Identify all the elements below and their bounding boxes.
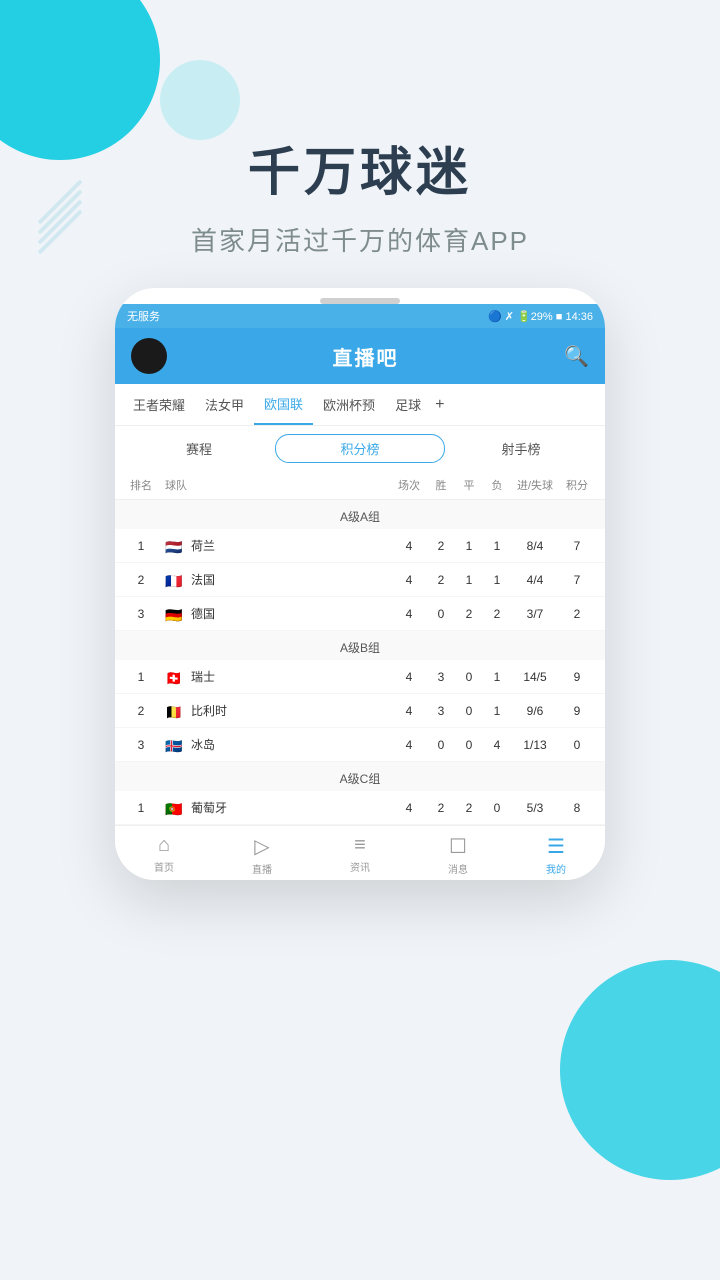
flag-belgium: 🇧🇪 bbox=[165, 705, 187, 719]
bottom-nav-mine-label: 我的 bbox=[546, 861, 566, 876]
table-header: 排名 球队 场次 胜 平 负 进/失球 积分 bbox=[115, 471, 605, 500]
col-header-team: 球队 bbox=[157, 477, 391, 493]
nav-plus-icon[interactable]: + bbox=[435, 396, 444, 414]
col-header-pts: 积分 bbox=[559, 477, 595, 493]
hero-section: 千万球迷 首家月活过千万的体育APP bbox=[0, 0, 720, 288]
table-row[interactable]: 1 🇵🇹葡萄牙 4 2 2 0 5/3 8 bbox=[115, 791, 605, 825]
message-icon: ☐ bbox=[449, 834, 467, 859]
search-icon[interactable]: 🔍 bbox=[564, 344, 589, 369]
bottom-nav-mine[interactable]: ☰ 我的 bbox=[507, 834, 605, 876]
col-header-draw: 平 bbox=[455, 477, 483, 493]
mine-icon: ☰ bbox=[547, 834, 565, 859]
flag-iceland: 🇮🇸 bbox=[165, 739, 187, 753]
col-header-win: 胜 bbox=[427, 477, 455, 493]
hero-subtitle: 首家月活过千万的体育APP bbox=[0, 221, 720, 258]
status-right: 🔵 ✗ 🔋29% ■ 14:36 bbox=[488, 310, 593, 323]
table-row[interactable]: 3 🇮🇸冰岛 4 0 0 4 1/13 0 bbox=[115, 728, 605, 762]
bottom-nav-live[interactable]: ▷ 直播 bbox=[213, 834, 311, 876]
nav-tab-ouzhou[interactable]: 欧洲杯预 bbox=[313, 385, 385, 424]
table-row[interactable]: 2 🇧🇪比利时 4 3 0 1 9/6 9 bbox=[115, 694, 605, 728]
table-row[interactable]: 2 🇫🇷法国 4 2 1 1 4/4 7 bbox=[115, 563, 605, 597]
group-header-a: A级A组 bbox=[115, 500, 605, 529]
bottom-nav-news-label: 资讯 bbox=[350, 859, 370, 874]
flag-netherlands: 🇳🇱 bbox=[165, 540, 187, 554]
hero-title: 千万球迷 bbox=[0, 130, 720, 205]
col-header-played: 场次 bbox=[391, 477, 427, 493]
table-row[interactable]: 1 🇨🇭瑞士 4 3 0 1 14/5 9 bbox=[115, 660, 605, 694]
bottom-nav-home-label: 首页 bbox=[154, 859, 174, 874]
sub-tab-schedule[interactable]: 赛程 bbox=[131, 435, 267, 462]
phone-mockup: 无服务 🔵 ✗ 🔋29% ■ 14:36 直播吧 🔍 王者荣耀 法女甲 欧国联 … bbox=[0, 288, 720, 880]
standings-table: 排名 球队 场次 胜 平 负 进/失球 积分 A级A组 1 🇳🇱荷兰 4 2 1… bbox=[115, 471, 605, 825]
status-bar: 无服务 🔵 ✗ 🔋29% ■ 14:36 bbox=[115, 304, 605, 328]
nav-tab-football[interactable]: 足球 bbox=[385, 385, 431, 424]
app-logo[interactable] bbox=[131, 338, 167, 374]
sub-tabs: 赛程 积分榜 射手榜 bbox=[115, 426, 605, 471]
phone-frame: 无服务 🔵 ✗ 🔋29% ■ 14:36 直播吧 🔍 王者荣耀 法女甲 欧国联 … bbox=[115, 288, 605, 880]
bottom-nav-home[interactable]: ⌂ 首页 bbox=[115, 834, 213, 876]
app-title: 直播吧 bbox=[333, 342, 399, 371]
nav-tab-wangzhe[interactable]: 王者荣耀 bbox=[123, 385, 195, 424]
nav-tabs: 王者荣耀 法女甲 欧国联 欧洲杯预 足球 + bbox=[115, 384, 605, 426]
bottom-nav-live-label: 直播 bbox=[252, 861, 272, 876]
nav-tab-ouguo[interactable]: 欧国联 bbox=[254, 384, 313, 425]
status-left: 无服务 bbox=[127, 308, 160, 324]
flag-portugal: 🇵🇹 bbox=[165, 802, 187, 816]
group-header-b: A级B组 bbox=[115, 631, 605, 660]
sub-tab-standings[interactable]: 积分榜 bbox=[275, 434, 445, 463]
flag-switzerland: 🇨🇭 bbox=[165, 671, 187, 685]
bottom-nav-message[interactable]: ☐ 消息 bbox=[409, 834, 507, 876]
flag-germany: 🇩🇪 bbox=[165, 608, 187, 622]
nav-tab-fv甲[interactable]: 法女甲 bbox=[195, 385, 254, 424]
news-icon: ≡ bbox=[354, 834, 366, 857]
bottom-nav: ⌂ 首页 ▷ 直播 ≡ 资讯 ☐ 消息 ☰ 我的 bbox=[115, 825, 605, 880]
app-header: 直播吧 🔍 bbox=[115, 328, 605, 384]
home-icon: ⌂ bbox=[158, 834, 170, 857]
bottom-nav-message-label: 消息 bbox=[448, 861, 468, 876]
col-header-lose: 负 bbox=[483, 477, 511, 493]
table-row[interactable]: 1 🇳🇱荷兰 4 2 1 1 8/4 7 bbox=[115, 529, 605, 563]
sub-tab-scorers[interactable]: 射手榜 bbox=[453, 435, 589, 462]
bottom-nav-news[interactable]: ≡ 资讯 bbox=[311, 834, 409, 876]
col-header-rank: 排名 bbox=[125, 477, 157, 493]
live-icon: ▷ bbox=[254, 834, 269, 859]
flag-france: 🇫🇷 bbox=[165, 574, 187, 588]
table-row[interactable]: 3 🇩🇪德国 4 0 2 2 3/7 2 bbox=[115, 597, 605, 631]
col-header-gd: 进/失球 bbox=[511, 477, 559, 493]
bg-decoration-circle-br bbox=[560, 960, 720, 1180]
group-header-c: A级C组 bbox=[115, 762, 605, 791]
